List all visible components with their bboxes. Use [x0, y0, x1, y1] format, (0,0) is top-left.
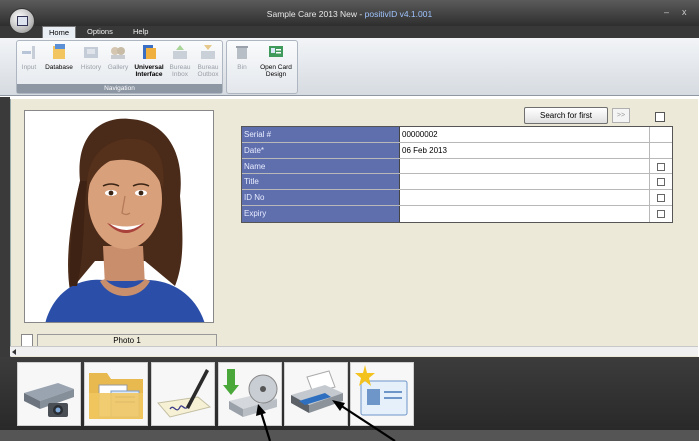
id-no-field[interactable] [400, 190, 650, 205]
bureau-inbox-label-1: Bureau [169, 64, 191, 71]
application-menu-button[interactable] [9, 8, 35, 34]
window-title-app: Sample Care 2013 New [266, 9, 358, 19]
open-card-label-1: Open Card [260, 64, 292, 71]
id-no-checkbox[interactable] [657, 194, 665, 203]
title-checkbox[interactable] [657, 178, 665, 187]
field-label: Name [242, 158, 400, 174]
name-checkbox[interactable] [657, 162, 665, 171]
history-icon [84, 47, 98, 58]
print-button[interactable] [284, 362, 348, 426]
portrait-photo [25, 111, 213, 322]
left-edge [0, 97, 10, 357]
input-button[interactable]: Input [18, 43, 40, 71]
save-to-disk-icon [223, 369, 278, 417]
history-label: History [80, 64, 102, 71]
gallery-label: Gallery [107, 64, 129, 71]
serial-field[interactable]: 00000002 [400, 127, 650, 142]
field-label: Expiry [242, 205, 400, 222]
navigation-group: Input Database History Gallery Universal… [16, 40, 223, 94]
horizontal-scrollbar[interactable] [10, 346, 698, 356]
open-card-label-2: Design [265, 71, 287, 78]
field-label: Date* [242, 142, 400, 158]
tab-help[interactable]: Help [127, 26, 154, 38]
bureau-inbox-button[interactable]: Bureau Inbox [167, 43, 193, 78]
bin-icon [236, 46, 248, 59]
field-row-date: Date* 06 Feb 2013 [242, 142, 672, 159]
card-group: Bin Open Card Design [226, 40, 298, 94]
window-title: Sample Care 2013 New - positivID v4.1.00… [0, 9, 699, 19]
bottom-toolbar [0, 357, 699, 441]
database-icon [53, 44, 65, 59]
input-icon [22, 46, 35, 59]
field-label: ID No [242, 190, 400, 205]
new-card-button[interactable] [350, 362, 414, 426]
bin-label: Bin [237, 64, 247, 71]
field-row-name: Name [242, 158, 672, 175]
card-design-icon [269, 46, 283, 57]
name-field[interactable] [400, 158, 650, 174]
signature-pad-icon [157, 369, 212, 418]
gallery-icon [111, 47, 125, 59]
window-title-product: positivID v4.1.001 [364, 9, 433, 19]
bureau-outbox-label-1: Bureau [197, 64, 219, 71]
minimize-button[interactable]: – [664, 7, 669, 17]
scanner-button[interactable] [17, 362, 81, 426]
ribbon-tabs: Home Options Help [0, 26, 699, 38]
window-title-separator: - [357, 9, 365, 19]
new-card-icon [355, 365, 408, 416]
universal-interface-label-1: Universal [134, 64, 164, 71]
save-to-disk-button[interactable] [218, 362, 282, 426]
universal-interface-button[interactable]: Universal Interface [132, 43, 166, 78]
bureau-inbox-icon [173, 45, 187, 59]
navigation-group-label: Navigation [17, 84, 222, 93]
field-label: Serial # [242, 127, 400, 142]
printer-icon [291, 370, 343, 413]
select-all-checkbox[interactable] [655, 112, 665, 122]
scanner-icon [24, 383, 74, 417]
history-button[interactable]: History [78, 43, 104, 71]
input-label: Input [21, 64, 37, 71]
bureau-inbox-label-2: Inbox [172, 71, 188, 78]
universal-interface-icon [143, 45, 156, 59]
date-field[interactable]: 06 Feb 2013 [400, 142, 650, 158]
bureau-outbox-button[interactable]: Bureau Outbox [194, 43, 222, 78]
field-row-id-no: ID No [242, 190, 672, 206]
app-menu-icon [17, 16, 28, 26]
field-row-expiry: Expiry [242, 205, 672, 222]
signature-button[interactable] [151, 362, 215, 426]
photo-frame[interactable] [24, 110, 214, 323]
title-field[interactable] [400, 174, 650, 190]
expiry-checkbox[interactable] [657, 209, 665, 218]
search-for-first-button[interactable]: Search for first [524, 107, 608, 124]
scroll-left-arrow-icon[interactable] [12, 349, 16, 355]
ribbon: Input Database History Gallery Universal… [0, 38, 699, 96]
close-button[interactable]: x [682, 7, 687, 17]
status-strip [0, 430, 699, 441]
record-fields-grid: Serial # 00000002 Date* 06 Feb 2013 Name… [241, 126, 673, 223]
field-row-serial: Serial # 00000002 [242, 127, 672, 143]
field-row-title: Title [242, 174, 672, 191]
gallery-button[interactable]: Gallery [105, 43, 131, 71]
search-next-button[interactable]: >> [612, 108, 630, 123]
field-label: Title [242, 174, 400, 190]
universal-interface-label-2: Interface [135, 71, 163, 78]
documents-button[interactable] [84, 362, 148, 426]
folder-documents-icon [89, 373, 143, 419]
expiry-field[interactable] [400, 205, 650, 222]
database-label: Database [45, 64, 73, 71]
title-bar: Sample Care 2013 New - positivID v4.1.00… [0, 0, 699, 26]
tab-home[interactable]: Home [42, 26, 77, 38]
bureau-outbox-icon [201, 45, 215, 59]
bin-button[interactable]: Bin [231, 43, 253, 71]
database-button[interactable]: Database [41, 43, 77, 71]
tab-options[interactable]: Options [81, 26, 119, 38]
bureau-outbox-label-2: Outbox [197, 71, 219, 78]
open-card-design-button[interactable]: Open Card Design [255, 43, 297, 78]
